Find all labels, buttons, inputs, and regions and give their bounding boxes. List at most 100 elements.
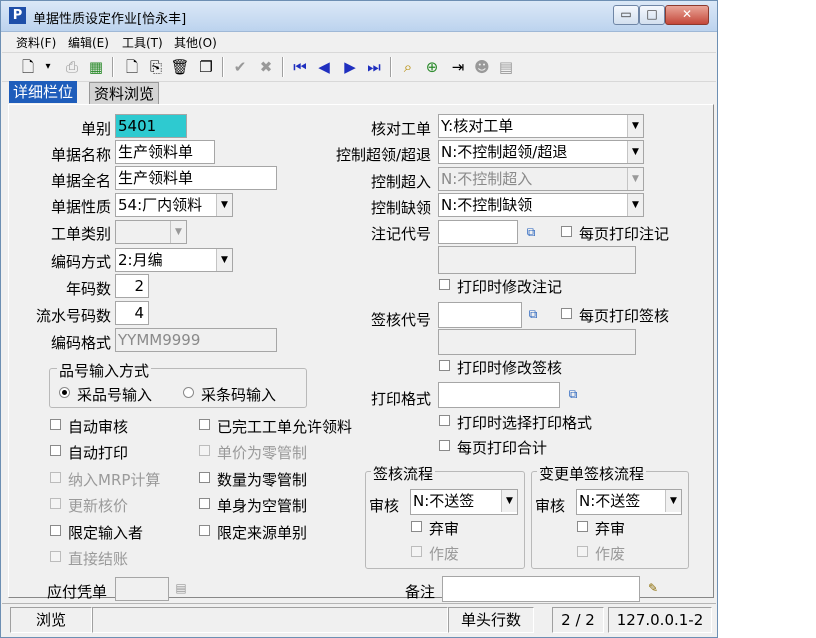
export-excel-icon[interactable]: ▦	[86, 57, 106, 77]
maximize-button[interactable]: □	[639, 5, 665, 25]
print-preview-icon[interactable]: 🗋	[18, 57, 38, 77]
attach-icon[interactable]: ⊕	[422, 57, 442, 77]
auto-print-checkbox[interactable]	[50, 445, 61, 456]
auto-print-label: 自动打印	[68, 444, 129, 462]
barcode-radio[interactable]	[183, 387, 194, 398]
chevron-down-icon[interactable]: ▼	[665, 490, 681, 512]
print-each-sign-label: 每页打印签核	[579, 307, 670, 325]
last-record-icon[interactable]: ⏭	[364, 57, 384, 77]
title-bar: P 单据性质设定作业[恰永丰] ▭ □ ✕	[1, 1, 717, 32]
mrp-checkbox[interactable]	[50, 472, 61, 483]
menu-other[interactable]: 其他(O)	[174, 34, 217, 51]
tab-browse[interactable]: 资料浏览	[89, 82, 160, 104]
chevron-down-icon[interactable]: ▼	[627, 168, 643, 190]
chevron-down-icon[interactable]: ▼	[627, 115, 643, 137]
new-icon[interactable]: 🗋	[122, 57, 142, 77]
chevron-down-icon[interactable]: ▼	[627, 194, 643, 216]
message-icon[interactable]: ▤	[496, 57, 516, 77]
menu-edit[interactable]: 编辑(E)	[68, 34, 109, 51]
minimize-button[interactable]: ▭	[613, 5, 639, 25]
print-preview-dropdown-icon[interactable]: ▾	[38, 57, 58, 77]
doc-name-field[interactable]: 生产领料单	[115, 140, 215, 164]
chevron-down-icon[interactable]: ▼	[216, 249, 232, 271]
over-ctrl-select[interactable]: N:不控制超领/超退 ▼	[438, 140, 644, 164]
print-each-note-checkbox[interactable]	[561, 226, 572, 237]
print-each-total-checkbox[interactable]	[439, 440, 450, 451]
print-icon[interactable]: ⎙	[62, 57, 82, 77]
tab-detail[interactable]: 详细栏位	[9, 81, 78, 103]
print-modify-note-checkbox[interactable]	[439, 279, 450, 290]
doc-type-label: 单别	[80, 120, 111, 138]
menu-data[interactable]: 资料(F)	[16, 34, 56, 51]
done-wo-checkbox[interactable]	[199, 419, 210, 430]
query-icon[interactable]: ⌕	[398, 57, 418, 77]
user-icon[interactable]: ☻	[472, 57, 492, 77]
item-no-radio-label: 采品号输入	[77, 386, 153, 404]
duplicate-icon[interactable]: ❐	[196, 57, 216, 77]
chevron-down-icon[interactable]: ▼	[501, 490, 517, 512]
sign-flow-approve-select[interactable]: N:不送签 ▼	[410, 489, 518, 515]
chevron-down-icon[interactable]: ▼	[216, 194, 232, 216]
update-cost-checkbox[interactable]	[50, 498, 61, 509]
print-each-sign-checkbox[interactable]	[561, 308, 572, 319]
check-wo-select[interactable]: Y:核对工单 ▼	[438, 114, 644, 138]
cancel-icon[interactable]: ✖	[256, 57, 276, 77]
next-record-icon[interactable]: ▶	[340, 57, 360, 77]
menu-tools[interactable]: 工具(T)	[122, 34, 163, 51]
limit-input-checkbox[interactable]	[50, 525, 61, 536]
sign-code-lookup-icon[interactable]: ⧉	[525, 306, 541, 322]
wo-type-label: 工单类别	[50, 225, 111, 243]
mrp-label: 纳入MRP计算	[68, 471, 161, 489]
sign-flow-title: 签核流程	[371, 463, 436, 484]
chevron-down-icon[interactable]: ▼	[170, 221, 186, 243]
change-flow-void-checkbox[interactable]	[577, 546, 588, 557]
remark-edit-icon[interactable]: ✎	[645, 580, 661, 596]
direct-close-checkbox[interactable]	[50, 551, 61, 562]
item-no-radio[interactable]	[59, 387, 70, 398]
confirm-icon[interactable]: ✔	[230, 57, 250, 77]
toolbar-separator	[390, 57, 392, 77]
sign-code-field[interactable]	[438, 302, 522, 328]
barcode-radio-label: 采条码输入	[201, 386, 277, 404]
sign-flow-abandon-checkbox[interactable]	[411, 521, 422, 532]
note-code-lookup-icon[interactable]: ⧉	[523, 224, 539, 240]
price-zero-checkbox[interactable]	[199, 445, 210, 456]
over-in-select[interactable]: N:不控制超入 ▼	[438, 167, 644, 191]
payable-open-icon[interactable]: ▤	[173, 580, 189, 596]
encode-value: 2:月编	[118, 251, 163, 269]
qty-zero-checkbox[interactable]	[199, 472, 210, 483]
status-bar: 浏览 单头行数 2 / 2 127.0.0.1-2	[2, 603, 716, 636]
print-choose-fmt-checkbox[interactable]	[439, 415, 450, 426]
doc-nature-select[interactable]: 54:厂内领料 ▼	[115, 193, 233, 217]
chevron-down-icon[interactable]: ▼	[627, 141, 643, 163]
print-choose-fmt-label: 打印时选择打印格式	[457, 414, 593, 432]
sign-flow-void-checkbox[interactable]	[411, 546, 422, 557]
toolbar-separator	[282, 57, 284, 77]
serial-digits-field[interactable]: 4	[115, 301, 149, 325]
remark-field[interactable]	[442, 576, 640, 602]
auto-approve-checkbox[interactable]	[50, 419, 61, 430]
short-select[interactable]: N:不控制缺领 ▼	[438, 193, 644, 217]
doc-fullname-field[interactable]: 生产领料单	[115, 166, 277, 190]
doc-type-field[interactable]: 5401	[115, 114, 187, 138]
year-digits-field[interactable]: 2	[115, 274, 149, 298]
limit-source-checkbox[interactable]	[199, 525, 210, 536]
delete-icon[interactable]: 🗑	[170, 57, 190, 77]
status-mode: 浏览	[10, 607, 92, 633]
print-fmt-lookup-icon[interactable]: ⧉	[565, 386, 581, 402]
over-ctrl-value: N:不控制超领/超退	[441, 143, 568, 161]
print-fmt-field[interactable]	[438, 382, 560, 408]
exit-icon[interactable]: ⇥	[448, 57, 468, 77]
note-code-field[interactable]	[438, 220, 518, 244]
close-button[interactable]: ✕	[665, 5, 709, 25]
first-record-icon[interactable]: ⏮	[290, 57, 310, 77]
encode-select[interactable]: 2:月编 ▼	[115, 248, 233, 272]
copy-doc-icon[interactable]: ⎘	[146, 57, 166, 77]
print-modify-sign-checkbox[interactable]	[439, 360, 450, 371]
limit-input-label: 限定输入者	[68, 524, 144, 542]
wo-type-select[interactable]: ▼	[115, 220, 187, 244]
prev-record-icon[interactable]: ◀	[314, 57, 334, 77]
body-empty-checkbox[interactable]	[199, 498, 210, 509]
change-flow-approve-select[interactable]: N:不送签 ▼	[576, 489, 682, 515]
change-flow-abandon-checkbox[interactable]	[577, 521, 588, 532]
